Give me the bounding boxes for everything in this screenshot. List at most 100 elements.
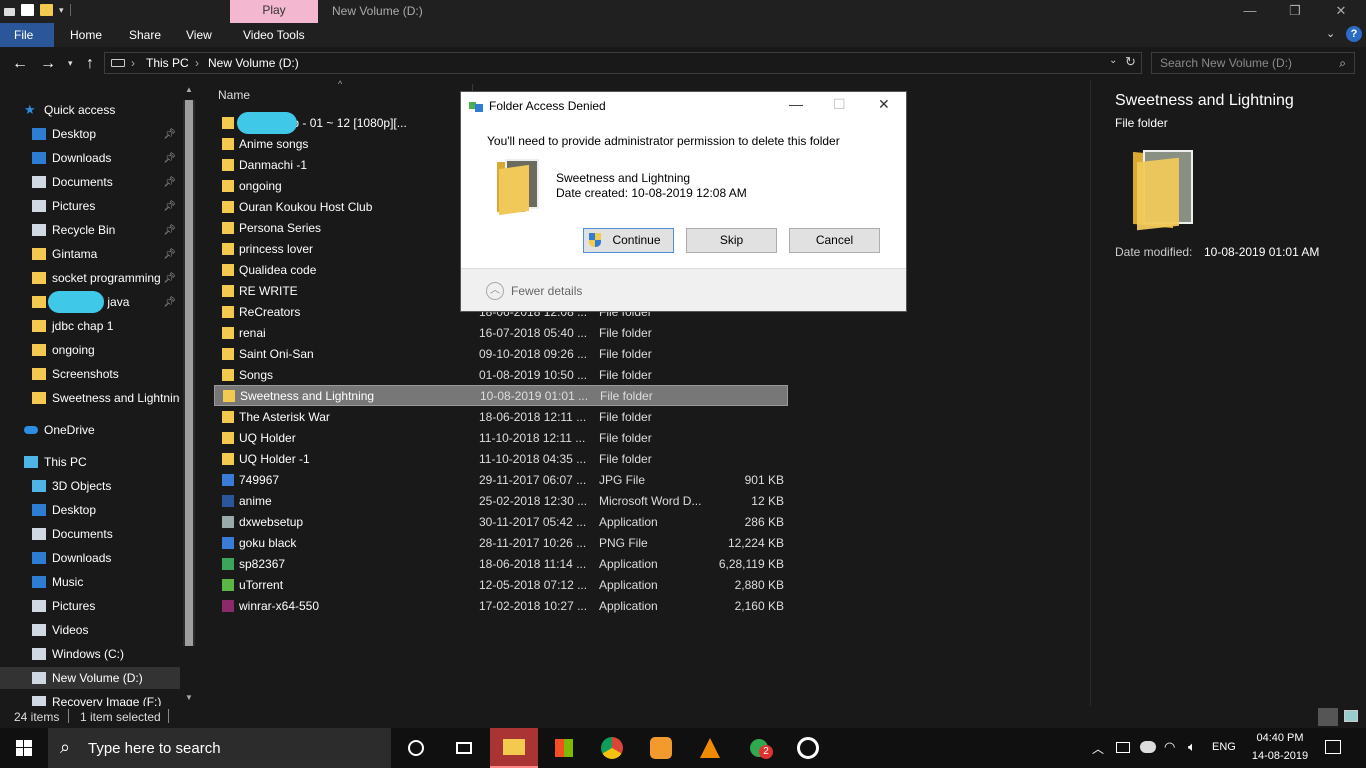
scroll-down-icon[interactable]: ▼ [185,693,193,702]
skip-button[interactable]: Skip [686,228,777,253]
nav-onedrive[interactable]: OneDrive [24,419,204,441]
new-folder-icon[interactable] [40,4,53,16]
tab-home[interactable]: Home [56,23,116,47]
dialog-close-button[interactable]: ✕ [878,96,890,113]
chevron-up-icon[interactable]: ︿ [486,282,504,300]
nav-item-windows-c[interactable]: Windows (C:) [32,643,180,665]
clock-date[interactable]: 14-08-2019 [1248,750,1312,762]
qat-dropdown-icon[interactable]: ▾ [59,5,64,16]
pin-icon[interactable]: 📌︎ [163,177,176,188]
nav-item-downloads[interactable]: Downloads 📌︎ [32,147,180,169]
paint-app-icon[interactable] [637,728,685,768]
nav-item-recycle-bin[interactable]: Recycle Bin 📌︎ [32,219,180,241]
properties-icon[interactable] [4,8,15,16]
breadcrumb-this-pc[interactable]: This PC [146,56,189,70]
nav-item-downloads[interactable]: Downloads [32,547,180,569]
volume-icon[interactable]: 🔈︎ [1188,739,1196,755]
checklist-icon[interactable] [21,4,34,16]
nav-item-pictures[interactable]: Pictures 📌︎ [32,195,180,217]
file-row[interactable]: renai 16-07-2018 05:40 ... File folder [214,322,788,343]
cancel-button[interactable]: Cancel [789,228,880,253]
battery-icon[interactable] [1116,742,1130,753]
help-icon[interactable]: ? [1346,26,1362,42]
file-row[interactable]: Sweetness and Lightning 10-08-2019 01:01 … [214,385,788,406]
nav-this-pc[interactable]: This PC [24,451,204,473]
file-row[interactable]: Songs 01-08-2019 10:50 ... File folder [214,364,788,385]
nav-item-new-volume-d[interactable]: New Volume (D:) [0,667,180,689]
fewer-details-link[interactable]: Fewer details [511,284,582,298]
pin-icon[interactable]: 📌︎ [163,297,176,308]
ribbon-expand-icon[interactable]: ⌄ [1326,27,1335,40]
breadcrumb-new-volume[interactable]: New Volume (D:) [208,56,299,70]
search-icon[interactable]: ⌕ [1339,56,1346,71]
address-bar[interactable]: › This PC › New Volume (D:) ⌄ ↻ [104,52,1142,74]
play-context-tab[interactable]: Play [230,0,318,23]
continue-button[interactable]: Continue [583,228,674,253]
nav-item-jdbc-chap-1[interactable]: jdbc chap 1 [32,315,180,337]
tab-view[interactable]: View [172,23,226,47]
file-row[interactable]: 749967 29-11-2017 06:07 ... JPG File 901 KB [214,469,788,490]
cortana-icon[interactable] [392,728,440,768]
nav-item-pictures[interactable]: Pictures [32,595,180,617]
file-row[interactable]: UQ Holder 11-10-2018 12:11 ... File folder [214,427,788,448]
task-view-icon[interactable] [440,728,488,768]
nav-item-sweetness-and-lightning[interactable]: Sweetness and Lightning [32,387,180,409]
scroll-up-icon[interactable]: ▲ [185,85,193,94]
file-row[interactable]: dxwebsetup 30-11-2017 05:42 ... Applicatio… [214,511,788,532]
show-hidden-icons-chevron-icon[interactable]: ︿ [1092,740,1104,757]
tab-share[interactable]: Share [115,23,175,47]
recent-locations-icon[interactable]: ▾ [68,58,73,69]
action-center-icon[interactable] [1325,740,1341,754]
windows-start-icon[interactable] [0,728,48,768]
search-box[interactable]: ⌕ [1151,52,1355,74]
file-row[interactable]: uTorrent 12-05-2018 07:12 ... Application 2… [214,574,788,595]
nav-item-gintama[interactable]: Gintama 📌︎ [32,243,180,265]
large-icons-view-icon[interactable] [1344,710,1358,722]
file-row[interactable]: winrar-x64-550 17-02-2018 10:27 ... Applic… [214,595,788,616]
clock-time[interactable]: 04:40 PM [1250,732,1310,744]
store-icon[interactable] [540,728,588,768]
pin-icon[interactable]: 📌︎ [163,249,176,260]
nav-item-ongoing[interactable]: ongoing [32,339,180,361]
close-button[interactable]: ✕ [1318,0,1364,23]
whatsapp-icon[interactable]: 2 [735,728,783,768]
refresh-icon[interactable]: ↻ [1125,54,1136,70]
nav-item-desktop[interactable]: Desktop [32,499,180,521]
file-row[interactable]: anime 25-02-2018 12:30 ... Microsoft Word … [214,490,788,511]
input-language[interactable]: ENG [1212,741,1236,753]
pin-icon[interactable]: 📌︎ [163,225,176,236]
column-header-name[interactable]: Name [218,88,250,102]
nav-item-music[interactable]: Music [32,571,180,593]
nav-item-desktop[interactable]: Desktop 📌︎ [32,123,180,145]
tab-video-tools[interactable]: Video Tools [229,23,319,47]
nav-item-screenshots[interactable]: Screenshots [32,363,180,385]
nav-item-videos[interactable]: Videos [32,619,180,641]
up-arrow-icon[interactable]: ↑ [86,55,94,73]
nav-item-socket-programming[interactable]: socket programming 📌︎ [32,267,180,289]
taskbar-search-box[interactable]: ⌕ Type here to search [48,728,391,768]
dialog-maximize-button[interactable]: ☐ [833,96,846,113]
forward-arrow-icon[interactable]: → [40,55,56,73]
pin-icon[interactable]: 📌︎ [163,201,176,212]
file-row[interactable]: goku black 28-11-2017 10:26 ... PNG File 12… [214,532,788,553]
tab-file[interactable]: File [0,23,54,47]
file-row[interactable]: UQ Holder -1 11-10-2018 04:35 ... File fol… [214,448,788,469]
nav-quick-access[interactable]: ★ Quick access [24,99,204,121]
restore-button[interactable]: ❐ [1272,0,1318,23]
pin-icon[interactable]: 📌︎ [163,153,176,164]
nav-scrollbar-thumb[interactable] [185,100,193,646]
back-arrow-icon[interactable]: ← [12,55,28,73]
file-explorer-taskbar-icon[interactable] [490,728,538,768]
minimize-button[interactable]: — [1227,0,1273,23]
file-row[interactable]: The Asterisk War 18-06-2018 12:11 ... File… [214,406,788,427]
media-player-icon[interactable] [784,728,832,768]
details-view-icon[interactable] [1318,708,1338,726]
pin-icon[interactable]: 📌︎ [163,273,176,284]
chrome-icon[interactable] [588,728,636,768]
file-row[interactable]: sp82367 18-06-2018 11:14 ... Application 6,… [214,553,788,574]
nav-item-documents[interactable]: Documents 📌︎ [32,171,180,193]
nav-item-3d-objects[interactable]: 3D Objects [32,475,180,497]
wifi-icon[interactable]: ◠ [1164,739,1175,755]
file-row[interactable]: Saint Oni-San 09-10-2018 09:26 ... File fo… [214,343,788,364]
vlc-icon[interactable] [686,728,734,768]
